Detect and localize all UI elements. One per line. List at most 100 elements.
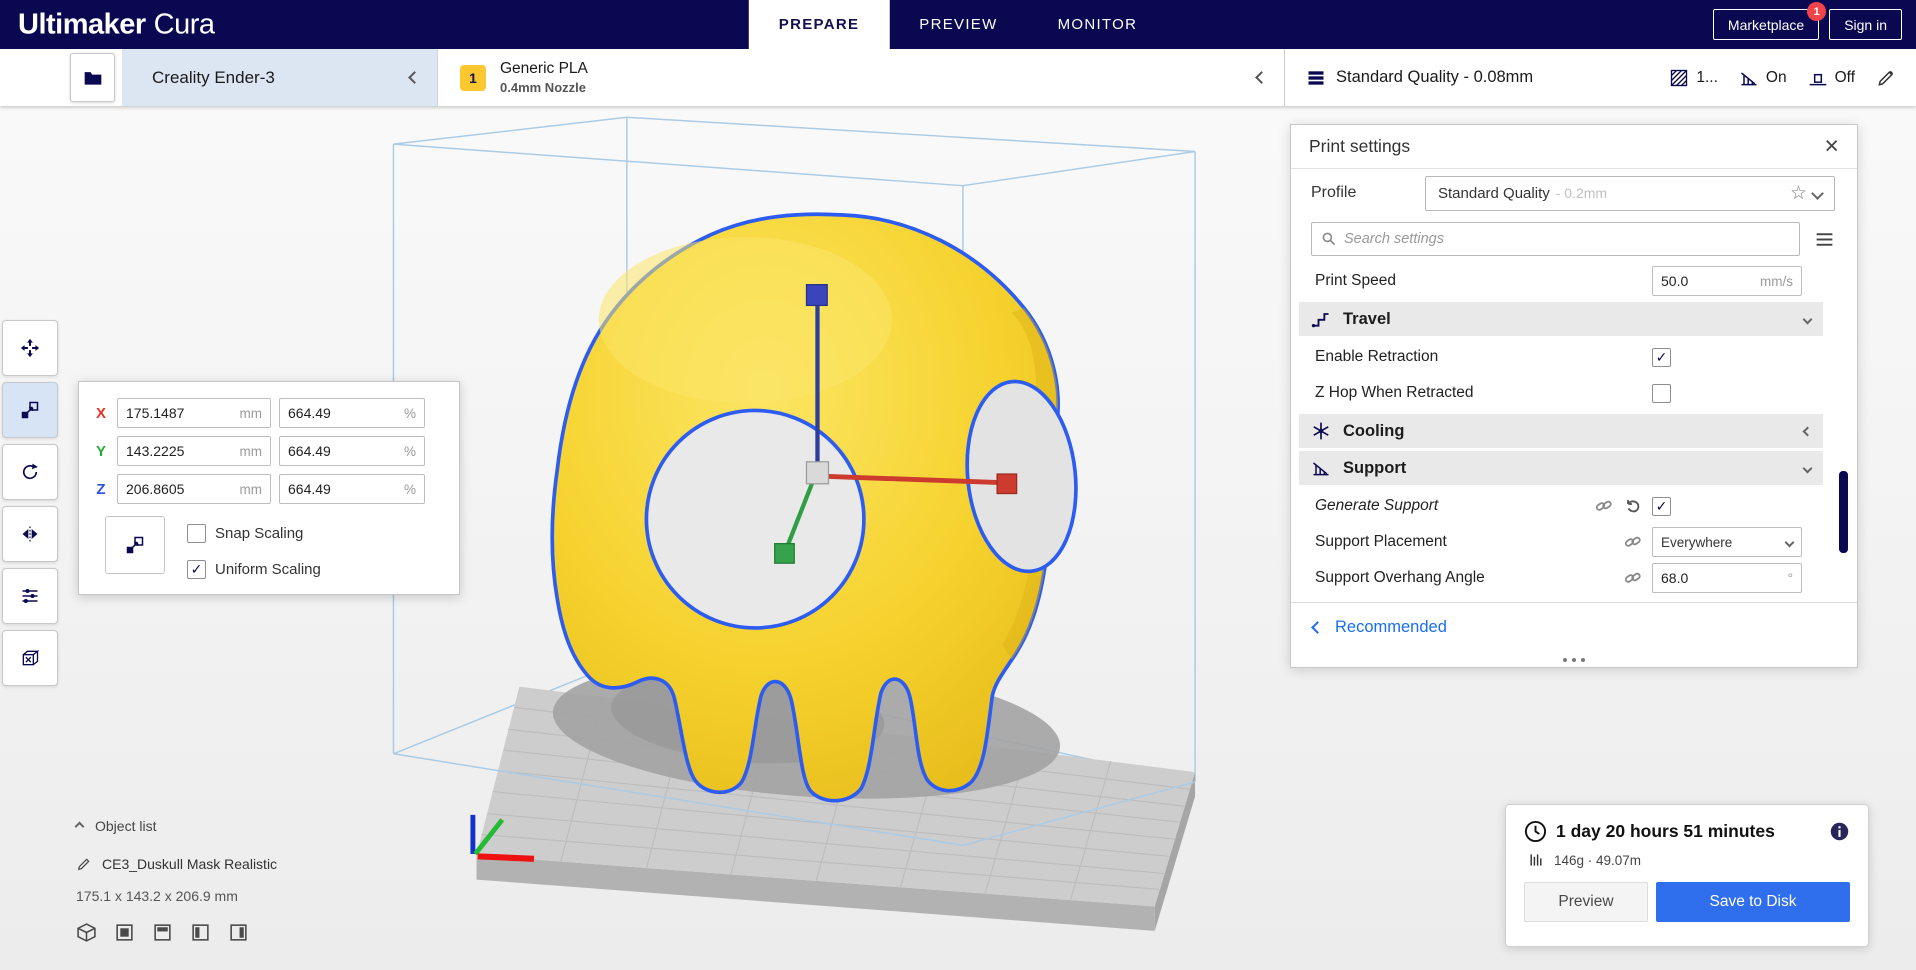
scale-z-percent-input[interactable]: % [279, 474, 425, 504]
print-speed-input[interactable]: mm/s [1652, 266, 1802, 296]
z-hop-checkbox[interactable] [1652, 383, 1671, 403]
chevron-left-icon [1802, 426, 1813, 436]
scale-tool-panel: X mm % Y mm % Z mm [78, 381, 460, 595]
print-settings-summary[interactable]: Standard Quality - 0.08mm 1... On Off [1286, 49, 1916, 106]
search-input[interactable] [1344, 231, 1790, 247]
info-icon[interactable] [1829, 821, 1850, 842]
skull-highlight [598, 237, 893, 404]
print-settings-header: Print settings × [1291, 125, 1857, 169]
per-model-settings-button[interactable] [2, 568, 58, 624]
app-logo: Ultimaker Cura [18, 8, 215, 40]
view-right-button[interactable] [228, 922, 249, 943]
scale-y-mm-input[interactable]: mm [117, 436, 271, 466]
tab-monitor[interactable]: MONITOR [1028, 0, 1168, 49]
settings-menu-icon[interactable] [1814, 229, 1835, 250]
mirror-tool-button[interactable] [2, 506, 58, 562]
search-icon [1322, 232, 1336, 246]
tab-prepare[interactable]: PREPARE [748, 0, 890, 49]
material-selector[interactable]: 1 Generic PLA 0.4mm Nozzle [438, 49, 1285, 106]
support-icon [1740, 71, 1757, 85]
close-icon[interactable]: × [1824, 134, 1839, 159]
scale-x-mm-input[interactable]: mm [117, 398, 271, 428]
scale-z-mm-input[interactable]: mm [117, 474, 271, 504]
link-icon[interactable] [1623, 532, 1643, 552]
folder-icon [84, 71, 101, 85]
scale-x-percent-input[interactable]: % [279, 398, 425, 428]
marketplace-badge: 1 [1807, 2, 1827, 21]
save-to-disk-button[interactable]: Save to Disk [1656, 882, 1850, 922]
undo-icon[interactable] [1623, 496, 1643, 516]
stage-tabs: PREPARE PREVIEW MONITOR [748, 0, 1168, 49]
tab-preview[interactable]: PREVIEW [889, 0, 1027, 49]
header-actions: Marketplace 1 Sign in [1712, 0, 1902, 49]
link-icon[interactable] [1594, 496, 1614, 516]
profile-label: Profile [1311, 184, 1357, 201]
printer-name: Creality Ender-3 [152, 67, 275, 87]
snap-scaling-option[interactable]: Snap Scaling [187, 524, 303, 543]
signin-button[interactable]: Sign in [1829, 9, 1902, 40]
printer-selector[interactable]: Creality Ender-3 [122, 49, 438, 106]
settings-scrollbar-thumb[interactable] [1839, 471, 1848, 553]
support-blocker-button[interactable] [2, 630, 58, 686]
gizmo-center-handle[interactable] [805, 461, 830, 485]
recommended-mode-button[interactable]: Recommended [1291, 602, 1857, 652]
search-row [1291, 217, 1857, 261]
enable-retraction-checkbox[interactable] [1652, 347, 1671, 367]
support-placement-dropdown[interactable]: Everywhere [1652, 527, 1802, 557]
setting-row-enable-retraction: Enable Retraction [1291, 339, 1857, 375]
move-icon [20, 338, 40, 358]
setting-row-support-overhang-angle: Support Overhang Angle ° [1291, 560, 1857, 596]
axis-y-label: Y [95, 442, 106, 460]
view-front-button[interactable] [114, 922, 135, 943]
edit-profile-pencil-icon[interactable] [1876, 68, 1896, 88]
section-travel[interactable]: Travel [1299, 302, 1823, 336]
rotate-tool-button[interactable] [2, 444, 58, 500]
main-header: Ultimaker Cura PREPARE PREVIEW MONITOR Ma… [0, 0, 1916, 49]
panel-resize-grip[interactable] [1291, 652, 1857, 667]
support-overhang-angle-input[interactable]: ° [1652, 563, 1802, 593]
object-list-item[interactable]: CE3_Duskull Mask Realistic [76, 856, 277, 872]
setting-row-support-placement: Support Placement Everywhere [1291, 524, 1857, 560]
setting-row-generate-support: Generate Support [1291, 488, 1857, 524]
scale-tool-button[interactable] [2, 382, 58, 438]
infill-value: 1... [1696, 68, 1718, 86]
link-icon[interactable] [1623, 568, 1643, 588]
skull-left-eye-hole [644, 408, 866, 630]
adhesion-value: Off [1834, 68, 1855, 86]
preview-button[interactable]: Preview [1524, 882, 1648, 922]
clock-icon [1524, 820, 1547, 843]
uniform-scaling-option[interactable]: Uniform Scaling [187, 560, 321, 579]
object-list-toggle[interactable]: Object list [74, 818, 277, 834]
support-icon [1313, 462, 1329, 476]
settings-search-box[interactable] [1311, 222, 1800, 256]
generate-support-checkbox[interactable] [1652, 496, 1671, 516]
chevron-down-icon [1784, 537, 1795, 547]
profile-dropdown[interactable]: Standard Quality - 0.2mm ☆ [1425, 175, 1835, 211]
quality-layers-icon [1308, 70, 1324, 85]
axis-z-label: Z [96, 480, 106, 498]
section-cooling[interactable]: Cooling [1299, 414, 1823, 448]
print-time-estimate: 1 day 20 hours 51 minutes [1556, 821, 1775, 841]
move-tool-button[interactable] [2, 320, 58, 376]
view-left-button[interactable] [190, 922, 211, 943]
marketplace-button[interactable]: Marketplace 1 [1712, 2, 1827, 40]
scale-y-percent-input[interactable]: % [279, 436, 425, 466]
cooling-icon [1313, 422, 1329, 440]
per-model-settings-icon [22, 589, 38, 603]
section-support[interactable]: Support [1299, 451, 1823, 485]
chevron-down-icon [1802, 314, 1813, 324]
view-3d-button[interactable] [76, 922, 97, 943]
gizmo-z-handle[interactable] [805, 284, 828, 307]
uniform-scaling-checkbox[interactable] [187, 560, 206, 579]
chevron-down-icon [1811, 186, 1824, 200]
snap-scaling-checkbox[interactable] [187, 524, 206, 543]
gizmo-x-handle[interactable] [996, 473, 1018, 495]
object-list: Object list CE3_Duskull Mask Realistic 1… [74, 818, 277, 943]
model-dimensions: 175.1 x 143.2 x 206.9 mm [76, 888, 238, 904]
favorite-star-icon[interactable]: ☆ [1790, 182, 1807, 205]
open-file-button[interactable] [70, 53, 115, 102]
scale-reset-button[interactable] [105, 516, 165, 574]
chevron-left-icon [408, 71, 421, 84]
view-top-button[interactable] [152, 922, 173, 943]
gizmo-y-handle[interactable] [774, 543, 795, 564]
